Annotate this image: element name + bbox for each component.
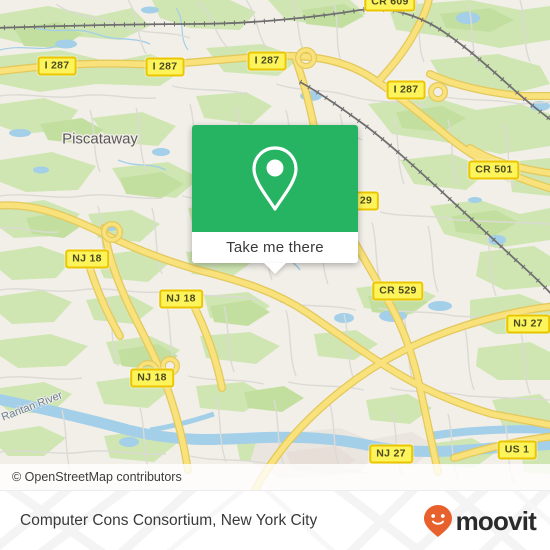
attribution-text[interactable]: © OpenStreetMap contributors (0, 470, 182, 484)
road-shield-nj27-a[interactable]: NJ 27 (506, 314, 550, 334)
moovit-smiley-pin-icon (423, 505, 452, 537)
road-shield-i287-a[interactable]: I 287 (37, 56, 77, 76)
map-attribution-bar: © OpenStreetMap contributors (0, 464, 550, 490)
moovit-brand[interactable]: moovit (423, 504, 537, 538)
road-shield-nj18-c[interactable]: NJ 18 (130, 368, 174, 388)
road-shield-i287-d[interactable]: I 287 (386, 80, 426, 100)
road-shield-nj18-a[interactable]: NJ 18 (65, 249, 109, 269)
popup-pointer (264, 263, 286, 274)
map-screenshot: Piscataway Raritan River I 287 I 287 I 2… (0, 0, 550, 550)
take-me-there-label: Take me there (226, 239, 324, 256)
road-shield-cr501[interactable]: CR 501 (468, 160, 520, 180)
road-shield-cr529[interactable]: CR 529 (372, 281, 424, 301)
map-pin-icon (252, 145, 298, 211)
place-title: Computer Cons Consortium, New York City (20, 512, 318, 529)
road-shield-i287-b[interactable]: I 287 (145, 57, 185, 77)
road-shield-nj18-b[interactable]: NJ 18 (159, 289, 203, 309)
road-shield-cr609[interactable]: CR 609 (364, 0, 416, 12)
place-label-piscataway: Piscataway (62, 130, 138, 148)
map-canvas[interactable]: Piscataway Raritan River I 287 I 287 I 2… (0, 0, 550, 490)
road-shield-us1[interactable]: US 1 (497, 440, 537, 460)
location-popup-card[interactable]: Take me there (192, 125, 358, 274)
road-shield-i287-c[interactable]: I 287 (247, 51, 287, 71)
popup-action-area[interactable]: Take me there (192, 232, 358, 274)
footer-bar: Computer Cons Consortium, New York City … (0, 490, 550, 550)
moovit-wordmark: moovit (455, 506, 537, 536)
popup-icon-area (192, 125, 358, 232)
road-shield-nj27-b[interactable]: NJ 27 (369, 444, 413, 464)
